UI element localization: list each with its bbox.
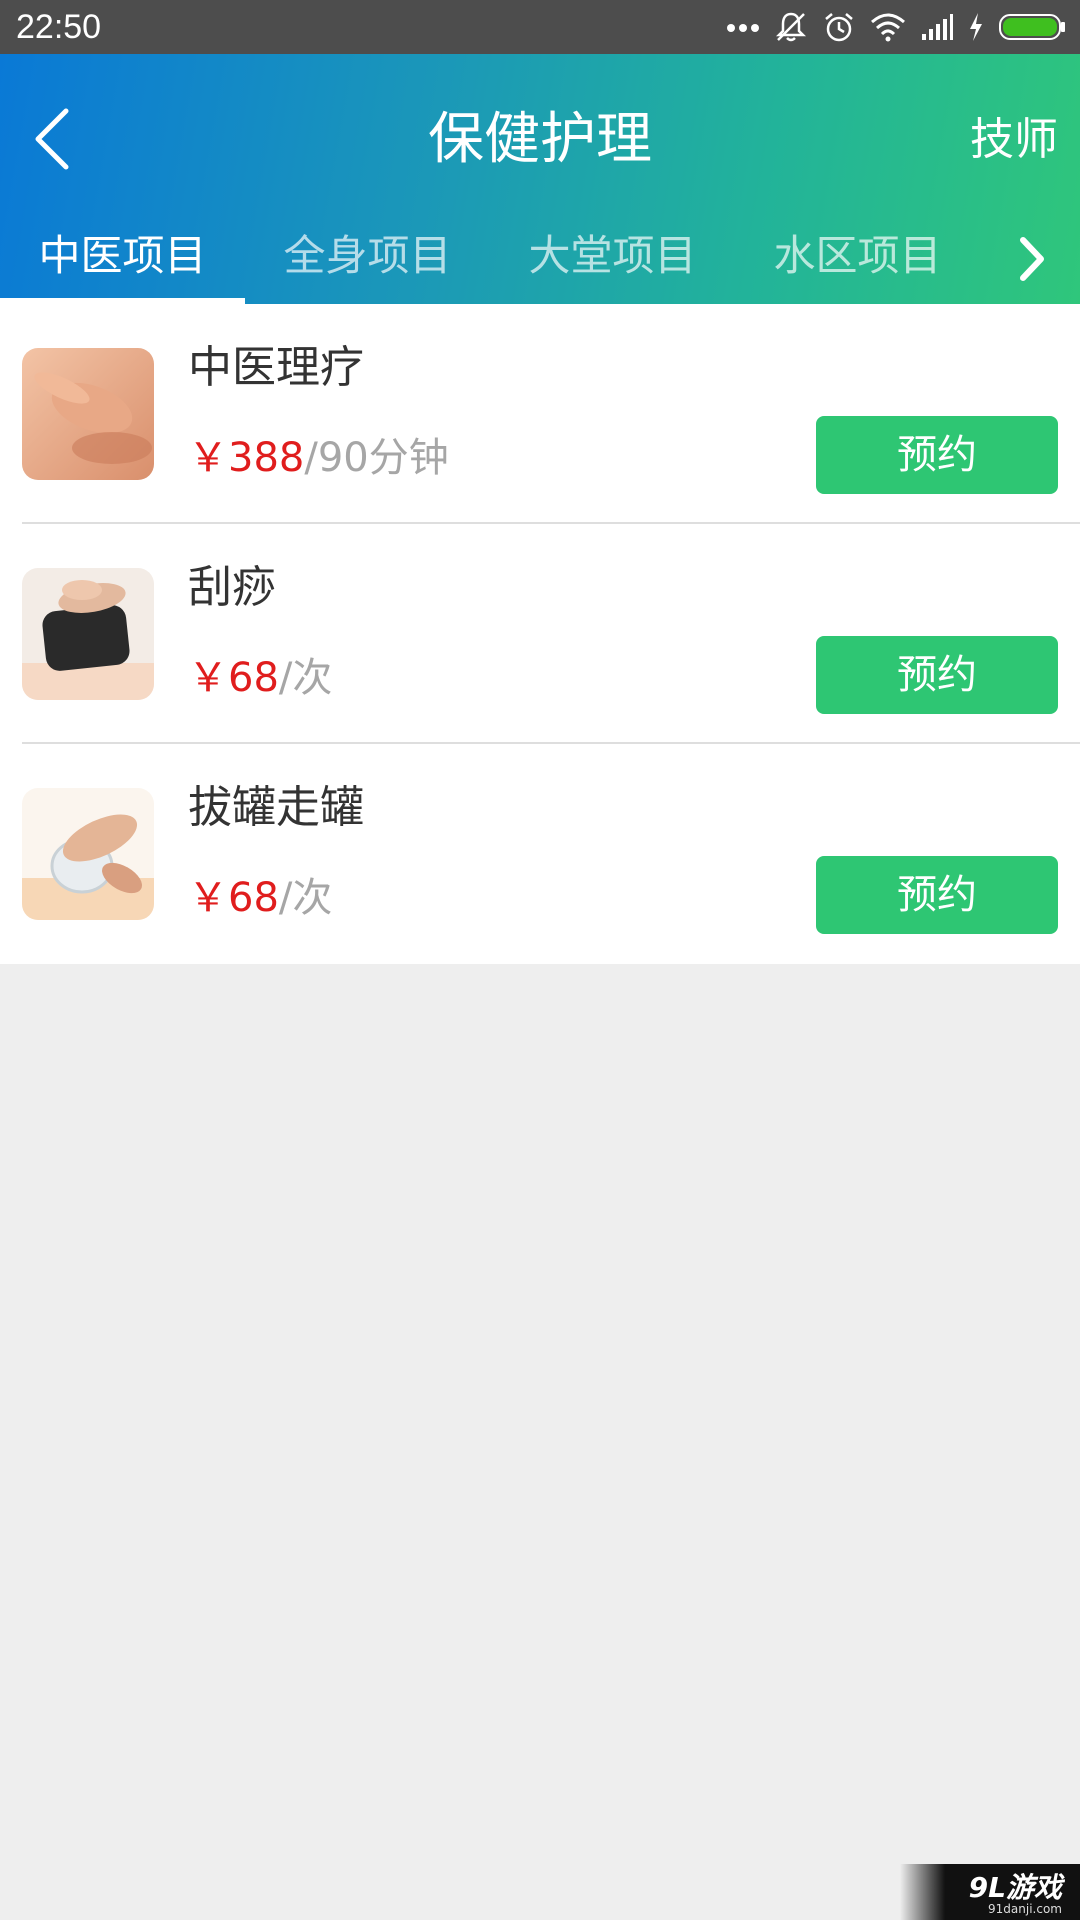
list-item[interactable]: 刮痧 ￥68/次 预约 xyxy=(0,524,1080,744)
app-header: 保健护理 技师 中医项目 全身项目 大堂项目 水区项目 xyxy=(0,54,1080,304)
list-item[interactable]: 拔罐走罐 ￥68/次 预约 xyxy=(0,744,1080,964)
book-button[interactable]: 预约 xyxy=(816,636,1058,714)
page-title: 保健护理 xyxy=(428,107,652,172)
charging-icon xyxy=(970,13,982,41)
alarm-icon xyxy=(825,13,853,42)
tab-label: 水区项目 xyxy=(773,231,942,280)
mute-bell-icon xyxy=(775,12,807,42)
signal-icon xyxy=(922,14,953,40)
book-button[interactable]: 预约 xyxy=(816,416,1058,494)
chevron-right-icon xyxy=(1020,237,1044,281)
service-price: ￥68 xyxy=(188,875,279,921)
tab-water-area[interactable]: 水区项目 xyxy=(735,214,980,304)
tabs-scroll-right-button[interactable] xyxy=(1002,224,1062,294)
wifi-icon xyxy=(871,13,905,42)
book-button[interactable]: 预约 xyxy=(816,856,1058,934)
status-icons xyxy=(726,10,1066,44)
tab-label: 大堂项目 xyxy=(528,231,697,280)
tab-tcm[interactable]: 中医项目 xyxy=(0,214,245,304)
tab-lobby[interactable]: 大堂项目 xyxy=(490,214,735,304)
service-name: 拔罐走罐 xyxy=(188,782,364,833)
scraping-photo-icon xyxy=(22,568,154,700)
list-item[interactable]: 中医理疗 ￥388/90分钟 预约 xyxy=(0,304,1080,524)
service-price: ￥388 xyxy=(188,435,305,481)
watermark: 9L游戏 91danji.com xyxy=(900,1864,1080,1920)
massage-photo-icon xyxy=(22,348,154,480)
cupping-photo-icon xyxy=(22,788,154,920)
service-price: ￥68 xyxy=(188,655,279,701)
status-bar: 22:50 xyxy=(0,0,1080,54)
more-dots-icon xyxy=(727,24,759,32)
price-row: ￥388/90分钟 xyxy=(188,428,449,496)
technician-link[interactable]: 技师 xyxy=(970,100,1058,180)
tab-full-body[interactable]: 全身项目 xyxy=(245,214,490,304)
service-unit: /次 xyxy=(278,875,333,921)
battery-icon xyxy=(999,14,1065,40)
watermark-logo: 9L游戏 xyxy=(968,1871,1062,1904)
price-row: ￥68/次 xyxy=(188,648,332,716)
service-name: 刮痧 xyxy=(188,562,276,613)
service-unit: /次 xyxy=(278,655,333,701)
category-tabs: 中医项目 全身项目 大堂项目 水区项目 xyxy=(0,214,1080,304)
price-row: ￥68/次 xyxy=(188,868,332,936)
service-name: 中医理疗 xyxy=(188,342,364,393)
tab-label: 中医项目 xyxy=(38,231,207,280)
service-list: 中医理疗 ￥388/90分钟 预约 刮痧 ￥68/次 预约 拔罐走罐 ￥68/次… xyxy=(0,304,1080,964)
watermark-url: 91danji.com xyxy=(988,1902,1062,1916)
status-time: 22:50 xyxy=(16,7,102,46)
service-thumbnail xyxy=(22,788,154,920)
service-thumbnail xyxy=(22,348,154,480)
service-thumbnail xyxy=(22,568,154,700)
tab-label: 全身项目 xyxy=(283,231,452,280)
service-unit: /90分钟 xyxy=(304,435,449,481)
